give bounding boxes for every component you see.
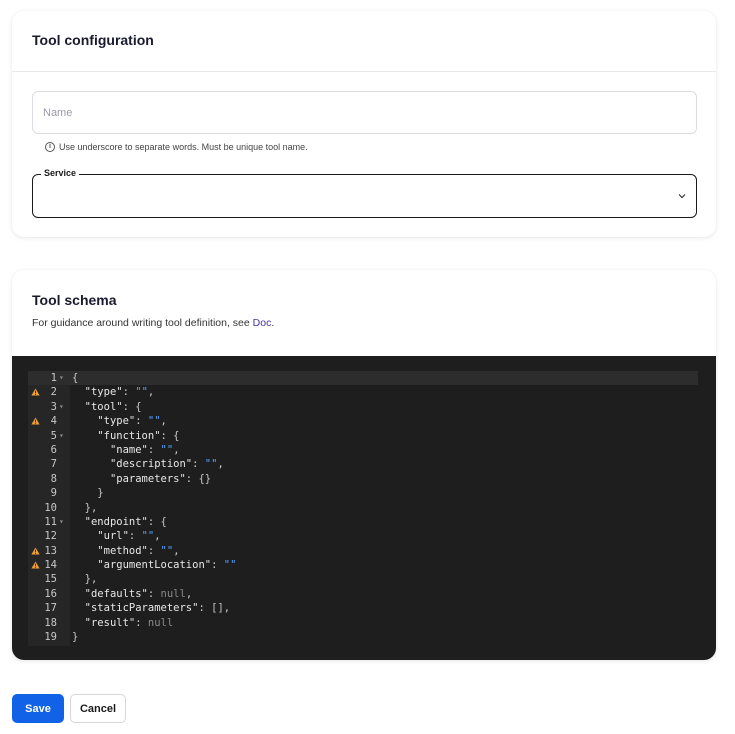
code-lines[interactable]: 1 ▾{2 "type": "", 3 ▾ "tool": {4 "type": ""… [28, 371, 698, 644]
line-number: 11 [44, 515, 57, 528]
code-text: }, [84, 573, 98, 586]
code-text: "result": null [84, 616, 174, 629]
line-number: 9 [50, 487, 57, 500]
line-number: 14 [44, 559, 57, 572]
code-text: "argumentLocation": "" [97, 559, 237, 572]
service-select[interactable]: Service [32, 168, 697, 218]
info-icon: i [45, 142, 55, 152]
code-line[interactable]: 16 "defaults": null, [28, 587, 698, 601]
code-text: "url": "", [97, 530, 161, 543]
code-line[interactable]: 10 }, [28, 501, 698, 515]
warning-icon [31, 561, 40, 569]
code-line[interactable]: 7 "description": "", [28, 457, 698, 471]
fold-arrow-icon[interactable]: ▾ [59, 515, 64, 529]
code-line[interactable]: 17 "staticParameters": [], [28, 601, 698, 615]
code-text: "staticParameters": [], [84, 602, 231, 615]
code-line[interactable]: 12 "url": "", [28, 529, 698, 543]
code-line[interactable]: 4 "type": "", [28, 414, 698, 428]
line-number: 16 [44, 587, 57, 600]
code-line[interactable]: 6 "name": "", [28, 443, 698, 457]
tool-configuration-card: Tool configuration i Use underscore to s… [12, 11, 716, 237]
line-number: 7 [50, 458, 57, 471]
code-editor[interactable]: 1 ▾{2 "type": "", 3 ▾ "tool": {4 "type": ""… [12, 356, 716, 660]
code-text: } [72, 631, 79, 644]
fold-arrow-icon[interactable]: ▾ [59, 400, 64, 414]
line-number: 2 [50, 386, 57, 399]
code-text: "type": "", [97, 415, 167, 428]
code-text: "method": "", [97, 544, 180, 557]
line-number: 5 [50, 429, 57, 442]
helper-text: Use underscore to separate words. Must b… [59, 142, 308, 152]
line-number: 6 [50, 443, 57, 456]
fold-arrow-icon[interactable]: ▾ [59, 371, 64, 385]
warning-icon [31, 547, 40, 555]
divider [12, 71, 716, 72]
service-label: Service [41, 168, 80, 178]
line-number: 13 [44, 544, 57, 557]
warning-icon [31, 388, 40, 396]
code-text: "description": "", [109, 458, 224, 471]
line-number: 4 [50, 415, 57, 428]
line-number: 3 [50, 400, 57, 413]
save-button[interactable]: Save [12, 694, 64, 723]
code-text: "defaults": null, [84, 587, 193, 600]
code-text: "endpoint": { [84, 515, 167, 528]
name-helper-text: i Use underscore to separate words. Must… [45, 142, 308, 152]
code-text: "type": "", [84, 386, 155, 399]
line-number: 19 [44, 631, 57, 644]
code-line[interactable]: 9 } [28, 486, 698, 500]
code-text: { [72, 372, 79, 384]
code-line[interactable]: 15 }, [28, 572, 698, 586]
line-number: 15 [44, 573, 57, 586]
chevron-down-icon [678, 194, 686, 199]
warning-icon [31, 417, 40, 425]
code-line[interactable]: 5 ▾ "function": { [28, 429, 698, 443]
code-line[interactable]: 1 ▾ { [28, 371, 698, 386]
code-text: "parameters": {} [109, 472, 212, 485]
name-input[interactable] [32, 91, 697, 134]
line-number: 12 [44, 530, 57, 543]
cancel-button[interactable]: Cancel [70, 694, 126, 723]
line-number: 8 [50, 472, 57, 485]
code-line[interactable]: 14 "argumentLocation": "" [28, 558, 698, 572]
code-text: "function": { [97, 429, 180, 442]
code-text: } [97, 487, 104, 500]
fold-arrow-icon[interactable]: ▾ [59, 429, 64, 443]
line-number: 1 [50, 372, 57, 384]
card-title: Tool configuration [32, 32, 154, 48]
code-line[interactable]: 19} [28, 630, 698, 644]
code-text: "name": "", [109, 443, 180, 456]
code-line[interactable]: 18 "result": null [28, 616, 698, 630]
code-text: "tool": { [84, 400, 142, 413]
code-line[interactable]: 13 "method": "", [28, 544, 698, 558]
line-number: 17 [44, 602, 57, 615]
doc-link[interactable]: Doc [253, 317, 272, 329]
line-number: 18 [44, 616, 57, 629]
code-line[interactable]: 11 ▾ "endpoint": { [28, 515, 698, 529]
tool-schema-card: Tool schema For guidance around writing … [12, 270, 716, 660]
code-line[interactable]: 2 "type": "", [28, 385, 698, 399]
code-text: }, [84, 501, 98, 514]
schema-description: For guidance around writing tool definit… [32, 317, 275, 329]
card-title: Tool schema [32, 292, 117, 308]
line-number: 10 [44, 501, 57, 514]
code-line[interactable]: 8 "parameters": {} [28, 472, 698, 486]
code-line[interactable]: 3 ▾ "tool": { [28, 400, 698, 414]
